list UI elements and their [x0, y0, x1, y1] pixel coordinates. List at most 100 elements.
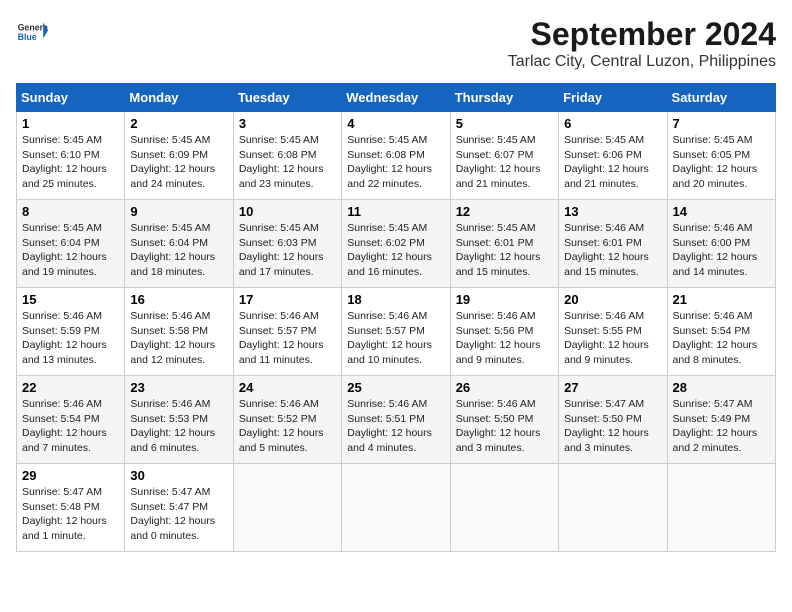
day-info: Sunrise: 5:45 AM Sunset: 6:03 PM Dayligh…	[239, 221, 336, 280]
day-info: Sunrise: 5:46 AM Sunset: 5:55 PM Dayligh…	[564, 309, 661, 368]
day-number: 26	[456, 380, 553, 395]
day-info: Sunrise: 5:46 AM Sunset: 5:57 PM Dayligh…	[347, 309, 444, 368]
calendar-cell: 5 Sunrise: 5:45 AM Sunset: 6:07 PM Daylig…	[450, 112, 558, 200]
day-number: 15	[22, 292, 119, 307]
calendar-body: 1 Sunrise: 5:45 AM Sunset: 6:10 PM Daylig…	[17, 112, 776, 552]
day-number: 23	[130, 380, 227, 395]
day-number: 17	[239, 292, 336, 307]
day-number: 8	[22, 204, 119, 219]
day-info: Sunrise: 5:46 AM Sunset: 5:50 PM Dayligh…	[456, 397, 553, 456]
day-number: 14	[673, 204, 770, 219]
day-info: Sunrise: 5:45 AM Sunset: 6:10 PM Dayligh…	[22, 133, 119, 192]
day-number: 20	[564, 292, 661, 307]
week-row-3: 15 Sunrise: 5:46 AM Sunset: 5:59 PM Dayli…	[17, 288, 776, 376]
day-number: 4	[347, 116, 444, 131]
week-row-4: 22Sunrise: 5:46 AM Sunset: 5:54 PM Dayli…	[17, 376, 776, 464]
day-info: Sunrise: 5:45 AM Sunset: 6:04 PM Dayligh…	[22, 221, 119, 280]
location-title: Tarlac City, Central Luzon, Philippines	[508, 53, 776, 71]
day-number: 12	[456, 204, 553, 219]
calendar-cell: 22Sunrise: 5:46 AM Sunset: 5:54 PM Dayli…	[17, 376, 125, 464]
calendar-cell: 7Sunrise: 5:45 AM Sunset: 6:05 PM Daylig…	[667, 112, 775, 200]
day-info: Sunrise: 5:46 AM Sunset: 5:54 PM Dayligh…	[673, 309, 770, 368]
calendar-cell: 9 Sunrise: 5:45 AM Sunset: 6:04 PM Daylig…	[125, 200, 233, 288]
day-number: 2	[130, 116, 227, 131]
day-number: 25	[347, 380, 444, 395]
day-info: Sunrise: 5:45 AM Sunset: 6:08 PM Dayligh…	[347, 133, 444, 192]
day-info: Sunrise: 5:46 AM Sunset: 5:53 PM Dayligh…	[130, 397, 227, 456]
day-info: Sunrise: 5:46 AM Sunset: 5:58 PM Dayligh…	[130, 309, 227, 368]
day-number: 19	[456, 292, 553, 307]
day-number: 21	[673, 292, 770, 307]
day-number: 24	[239, 380, 336, 395]
day-number: 16	[130, 292, 227, 307]
calendar-cell: 20 Sunrise: 5:46 AM Sunset: 5:55 PM Dayli…	[559, 288, 667, 376]
weekday-header-friday: Friday	[559, 84, 667, 112]
week-row-1: 1 Sunrise: 5:45 AM Sunset: 6:10 PM Daylig…	[17, 112, 776, 200]
logo: General Blue	[16, 16, 48, 48]
day-number: 9	[130, 204, 227, 219]
day-number: 13	[564, 204, 661, 219]
calendar-cell: 19 Sunrise: 5:46 AM Sunset: 5:56 PM Dayli…	[450, 288, 558, 376]
day-info: Sunrise: 5:45 AM Sunset: 6:09 PM Dayligh…	[130, 133, 227, 192]
day-number: 5	[456, 116, 553, 131]
calendar-table: SundayMondayTuesdayWednesdayThursdayFrid…	[16, 83, 776, 552]
weekday-header-sunday: Sunday	[17, 84, 125, 112]
day-info: Sunrise: 5:46 AM Sunset: 5:56 PM Dayligh…	[456, 309, 553, 368]
day-info: Sunrise: 5:45 AM Sunset: 6:04 PM Dayligh…	[130, 221, 227, 280]
calendar-cell: 27Sunrise: 5:47 AM Sunset: 5:50 PM Dayli…	[559, 376, 667, 464]
day-number: 22	[22, 380, 119, 395]
weekday-header-row: SundayMondayTuesdayWednesdayThursdayFrid…	[17, 84, 776, 112]
calendar-cell: 8 Sunrise: 5:45 AM Sunset: 6:04 PM Daylig…	[17, 200, 125, 288]
week-row-2: 8 Sunrise: 5:45 AM Sunset: 6:04 PM Daylig…	[17, 200, 776, 288]
month-title: September 2024	[508, 16, 776, 53]
day-info: Sunrise: 5:45 AM Sunset: 6:07 PM Dayligh…	[456, 133, 553, 192]
day-number: 6	[564, 116, 661, 131]
day-info: Sunrise: 5:45 AM Sunset: 6:02 PM Dayligh…	[347, 221, 444, 280]
day-number: 11	[347, 204, 444, 219]
calendar-cell	[342, 464, 450, 552]
day-info: Sunrise: 5:46 AM Sunset: 5:57 PM Dayligh…	[239, 309, 336, 368]
day-info: Sunrise: 5:46 AM Sunset: 5:51 PM Dayligh…	[347, 397, 444, 456]
calendar-cell: 24Sunrise: 5:46 AM Sunset: 5:52 PM Dayli…	[233, 376, 341, 464]
calendar-cell: 16 Sunrise: 5:46 AM Sunset: 5:58 PM Dayli…	[125, 288, 233, 376]
calendar-cell: 3 Sunrise: 5:45 AM Sunset: 6:08 PM Daylig…	[233, 112, 341, 200]
calendar-cell: 6 Sunrise: 5:45 AM Sunset: 6:06 PM Daylig…	[559, 112, 667, 200]
day-number: 10	[239, 204, 336, 219]
day-info: Sunrise: 5:47 AM Sunset: 5:47 PM Dayligh…	[130, 485, 227, 544]
calendar-cell: 23 Sunrise: 5:46 AM Sunset: 5:53 PM Dayli…	[125, 376, 233, 464]
calendar-cell: 18 Sunrise: 5:46 AM Sunset: 5:57 PM Dayli…	[342, 288, 450, 376]
day-info: Sunrise: 5:47 AM Sunset: 5:50 PM Dayligh…	[564, 397, 661, 456]
day-number: 28	[673, 380, 770, 395]
calendar-cell: 12 Sunrise: 5:45 AM Sunset: 6:01 PM Dayli…	[450, 200, 558, 288]
calendar-cell: 13 Sunrise: 5:46 AM Sunset: 6:01 PM Dayli…	[559, 200, 667, 288]
calendar-cell: 10 Sunrise: 5:45 AM Sunset: 6:03 PM Dayli…	[233, 200, 341, 288]
title-area: September 2024 Tarlac City, Central Luzo…	[508, 16, 776, 71]
weekday-header-monday: Monday	[125, 84, 233, 112]
calendar-cell	[559, 464, 667, 552]
day-number: 29	[22, 468, 119, 483]
calendar-cell	[450, 464, 558, 552]
day-info: Sunrise: 5:47 AM Sunset: 5:48 PM Dayligh…	[22, 485, 119, 544]
calendar-cell: 28Sunrise: 5:47 AM Sunset: 5:49 PM Dayli…	[667, 376, 775, 464]
calendar-cell: 17 Sunrise: 5:46 AM Sunset: 5:57 PM Dayli…	[233, 288, 341, 376]
week-row-5: 29 Sunrise: 5:47 AM Sunset: 5:48 PM Dayli…	[17, 464, 776, 552]
calendar-cell: 15 Sunrise: 5:46 AM Sunset: 5:59 PM Dayli…	[17, 288, 125, 376]
calendar-cell: 25 Sunrise: 5:46 AM Sunset: 5:51 PM Dayli…	[342, 376, 450, 464]
day-info: Sunrise: 5:45 AM Sunset: 6:08 PM Dayligh…	[239, 133, 336, 192]
day-number: 1	[22, 116, 119, 131]
day-number: 18	[347, 292, 444, 307]
day-info: Sunrise: 5:45 AM Sunset: 6:06 PM Dayligh…	[564, 133, 661, 192]
day-number: 3	[239, 116, 336, 131]
svg-text:Blue: Blue	[18, 32, 37, 42]
weekday-header-saturday: Saturday	[667, 84, 775, 112]
calendar-cell: 29 Sunrise: 5:47 AM Sunset: 5:48 PM Dayli…	[17, 464, 125, 552]
day-info: Sunrise: 5:46 AM Sunset: 6:01 PM Dayligh…	[564, 221, 661, 280]
calendar-cell: 4 Sunrise: 5:45 AM Sunset: 6:08 PM Daylig…	[342, 112, 450, 200]
day-info: Sunrise: 5:46 AM Sunset: 5:59 PM Dayligh…	[22, 309, 119, 368]
calendar-cell: 2 Sunrise: 5:45 AM Sunset: 6:09 PM Daylig…	[125, 112, 233, 200]
calendar-cell: 1 Sunrise: 5:45 AM Sunset: 6:10 PM Daylig…	[17, 112, 125, 200]
weekday-header-wednesday: Wednesday	[342, 84, 450, 112]
day-info: Sunrise: 5:46 AM Sunset: 6:00 PM Dayligh…	[673, 221, 770, 280]
day-info: Sunrise: 5:45 AM Sunset: 6:01 PM Dayligh…	[456, 221, 553, 280]
calendar-cell: 30Sunrise: 5:47 AM Sunset: 5:47 PM Dayli…	[125, 464, 233, 552]
